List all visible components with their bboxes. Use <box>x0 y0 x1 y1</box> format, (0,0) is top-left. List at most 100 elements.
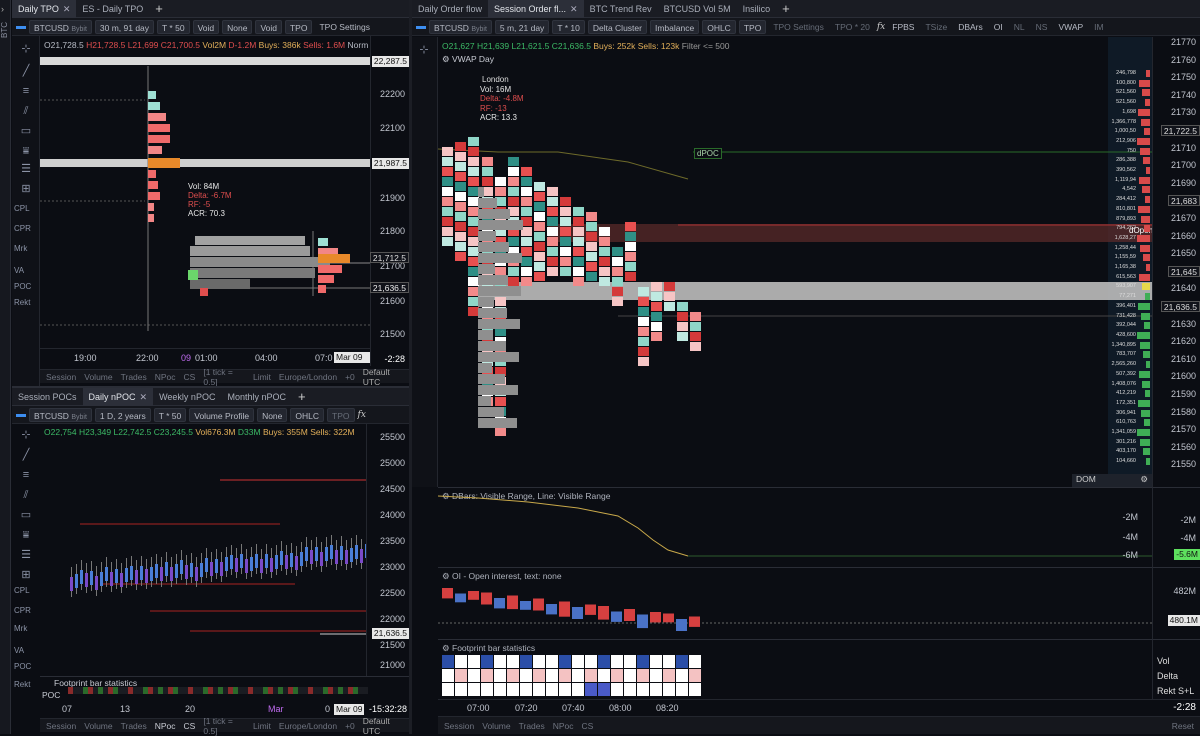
fx-icon[interactable]: fx <box>877 22 885 32</box>
footer-utc[interactable]: Default UTC <box>363 367 409 387</box>
footer-utc[interactable]: Default UTC <box>363 716 409 736</box>
footer-session[interactable]: Session <box>444 721 474 731</box>
fib-icon[interactable]: ⩸ <box>18 528 34 542</box>
tpo-settings-button[interactable]: TPO Settings <box>315 20 374 34</box>
rectangle-icon[interactable]: ▭ <box>18 124 34 138</box>
tpo-button[interactable]: TPO <box>284 19 313 34</box>
tab-daily-npoc[interactable]: Daily nPOC ✕ <box>82 387 154 406</box>
delta-cluster-select[interactable]: Delta Cluster <box>587 19 647 34</box>
tab-monthly-npoc[interactable]: Monthly nPOC <box>221 388 292 406</box>
toggle-nl[interactable]: NL <box>1010 20 1029 34</box>
tool-rekt[interactable]: Rekt <box>14 680 30 689</box>
tool-mrk[interactable]: Mrk <box>14 624 27 633</box>
toggle-fpbs[interactable]: FPBS <box>888 20 918 34</box>
footer-limit[interactable]: Limit <box>253 721 271 731</box>
footer-trades[interactable]: Trades <box>121 372 147 382</box>
footer-cs[interactable]: CS <box>582 721 594 731</box>
trendline-icon[interactable]: ╱ <box>18 448 34 462</box>
settings-icon[interactable]: ⚙ <box>442 643 450 653</box>
rectangle-icon[interactable]: ▭ <box>18 508 34 522</box>
fx-icon[interactable]: fx <box>358 410 366 420</box>
footer-cs[interactable]: CS <box>184 721 196 731</box>
toggle-im[interactable]: IM <box>1090 20 1107 34</box>
tool-cpr[interactable]: CPR <box>14 606 31 615</box>
tpo-settings-button[interactable]: TPO Settings <box>769 20 828 34</box>
footer-session[interactable]: Session <box>46 372 76 382</box>
measure-icon[interactable]: ⊞ <box>18 182 34 196</box>
footer-cs[interactable]: CS <box>184 372 196 382</box>
footer-session[interactable]: Session <box>46 721 76 731</box>
folder-icon[interactable]: ▬ <box>16 409 26 420</box>
settings-icon[interactable]: ⚙ <box>1140 474 1148 485</box>
footer-trades[interactable]: Trades <box>519 721 545 731</box>
timeframe-select[interactable]: 1 D, 2 years <box>94 407 151 422</box>
tool-cpl[interactable]: CPL <box>14 204 30 213</box>
footer-npoc[interactable]: NPoc <box>155 372 176 382</box>
footer-timezone[interactable]: Europe/London <box>279 721 337 731</box>
profile-icon[interactable]: ☰ <box>18 162 34 176</box>
tab-btcusd-vol-5m[interactable]: BTCUSD Vol 5M <box>658 0 737 18</box>
tab-weekly-npoc[interactable]: Weekly nPOC <box>153 388 221 406</box>
tab-btc-trend-rev[interactable]: BTC Trend Rev <box>584 0 658 18</box>
toggle-vwap[interactable]: VWAP <box>1054 20 1087 34</box>
footer-npoc[interactable]: NPoc <box>553 721 574 731</box>
add-tab-button[interactable]: + <box>292 388 312 406</box>
add-tab-button[interactable]: + <box>776 0 796 18</box>
tool-va[interactable]: VA <box>14 646 24 655</box>
tpo-mult-button[interactable]: TPO * 20 <box>831 20 874 34</box>
channel-icon[interactable]: ⫽ <box>18 104 34 118</box>
folder-icon[interactable]: ▬ <box>16 21 26 32</box>
order-flow-chart[interactable]: O21,627 H21,639 L21,621.5 C21,636.5 Buys… <box>438 37 1153 487</box>
lines-icon[interactable]: ≡ <box>18 84 34 98</box>
reset-button[interactable]: Reset <box>1172 721 1200 731</box>
footer-volume[interactable]: Volume <box>84 721 112 731</box>
close-icon[interactable]: ✕ <box>140 388 148 406</box>
tick-multiplier-select[interactable]: T * 10 <box>552 19 585 34</box>
close-icon[interactable]: ✕ <box>570 0 578 18</box>
tick-multiplier-select[interactable]: T * 50 <box>157 19 190 34</box>
crosshair-icon[interactable]: ⊹ <box>18 42 34 56</box>
tool-cpr[interactable]: CPR <box>14 224 31 233</box>
symbol-select[interactable]: BTCUSD Bybit <box>29 407 92 422</box>
tab-session-pocs[interactable]: Session POCs <box>12 388 83 406</box>
measure-icon[interactable]: ⊞ <box>18 568 34 582</box>
symbol-select[interactable]: BTCUSD Bybit <box>429 19 492 34</box>
tick-multiplier-select[interactable]: T * 50 <box>153 407 187 422</box>
none-select[interactable]: None <box>222 19 253 34</box>
lines-icon[interactable]: ≡ <box>18 468 34 482</box>
add-tab-button[interactable]: + <box>149 0 169 18</box>
symbol-select[interactable]: BTCUSD Bybit <box>29 19 92 34</box>
tool-va[interactable]: VA <box>14 266 24 275</box>
candle-chart[interactable]: O22,754 H23,349 L22,742.5 C23,245.5 Vol6… <box>40 424 366 676</box>
fib-icon[interactable]: ⩸ <box>18 144 34 158</box>
tab-daily-order-flow[interactable]: Daily Order flow <box>412 0 488 18</box>
footer-trades[interactable]: Trades <box>121 721 147 731</box>
tool-poc[interactable]: POC <box>14 662 31 671</box>
tab-insilico[interactable]: Insilico <box>737 0 777 18</box>
tab-es-daily-tpo[interactable]: ES - Daily TPO <box>76 0 149 18</box>
tab-daily-tpo[interactable]: Daily TPO ✕ <box>12 0 77 18</box>
footer-offset[interactable]: +0 <box>345 372 355 382</box>
footer-limit[interactable]: Limit <box>253 372 271 382</box>
none-select[interactable]: None <box>257 407 288 422</box>
ohlc-select[interactable]: OHLC <box>702 19 736 34</box>
footer-offset[interactable]: +0 <box>345 721 355 731</box>
timeframe-select[interactable]: 30 m, 91 day <box>94 19 155 34</box>
profile-icon[interactable]: ☰ <box>18 548 34 562</box>
tab-session-order-flow[interactable]: Session Order fl... ✕ <box>488 0 584 18</box>
channel-icon[interactable]: ⫽ <box>18 488 34 502</box>
tpo-button[interactable]: TPO <box>327 407 355 422</box>
crosshair-icon[interactable]: ⊹ <box>18 428 34 442</box>
toggle-tsize[interactable]: TSize <box>921 20 951 34</box>
chevron-right-icon[interactable]: › <box>1 4 4 14</box>
void-select-2[interactable]: Void <box>255 19 282 34</box>
footer-timezone[interactable]: Europe/London <box>279 372 337 382</box>
toggle-ns[interactable]: NS <box>1032 20 1052 34</box>
tpo-button[interactable]: TPO <box>738 19 767 34</box>
close-icon[interactable]: ✕ <box>63 0 71 18</box>
footer-npoc[interactable]: NPoc <box>155 721 176 731</box>
crosshair-icon[interactable]: ⊹ <box>416 43 432 57</box>
footer-volume[interactable]: Volume <box>84 372 112 382</box>
imbalance-select[interactable]: Imbalance <box>649 19 700 34</box>
tool-rekt[interactable]: Rekt <box>14 298 30 307</box>
